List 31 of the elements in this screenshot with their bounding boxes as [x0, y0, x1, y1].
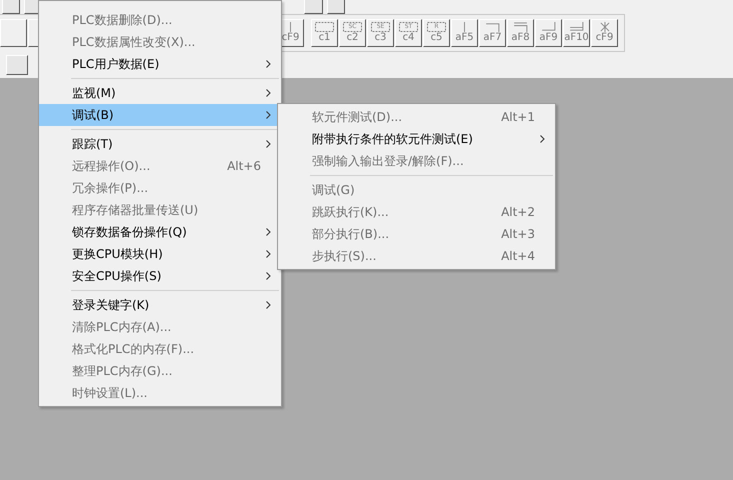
menu-item[interactable]: 更换CPU模块(H): [39, 243, 281, 265]
toolbar-button[interactable]: [2, 0, 20, 14]
dashed-box-icon: [315, 22, 334, 32]
function-key-button[interactable]: aF7: [479, 19, 506, 47]
function-key-button[interactable]: aF9: [535, 19, 562, 47]
dashed-box-icon: [427, 22, 446, 32]
ladder-symbol-icon: [485, 22, 500, 32]
menu-item[interactable]: PLC用户数据(E): [39, 53, 281, 75]
function-key-button[interactable]: cF9: [591, 19, 618, 47]
ladder-symbol-icon: [569, 22, 584, 32]
menu-item[interactable]: 登录关键字(K): [39, 294, 281, 316]
menu-item[interactable]: 跟踪(T): [39, 133, 281, 155]
dashed-box-icon: [371, 22, 390, 32]
toolbar-button[interactable]: [304, 0, 323, 14]
toolbar-button[interactable]: [326, 0, 345, 14]
menu-item[interactable]: 监视(M): [39, 82, 281, 104]
vertical-line-icon: [464, 22, 465, 32]
menu-item[interactable]: 附带执行条件的软元件测试(E): [278, 128, 555, 150]
function-key-button[interactable]: c1: [311, 19, 338, 47]
toolbar-button[interactable]: [0, 19, 27, 47]
menu-item[interactable]: 锁存数据备份操作(Q): [39, 221, 281, 243]
ladder-symbol-icon: [541, 22, 556, 32]
dashed-box-icon: [399, 22, 418, 32]
function-key-button[interactable]: aF8: [507, 19, 534, 47]
function-key-button[interactable]: aF5: [451, 19, 478, 47]
ladder-symbol-icon: [513, 22, 528, 32]
dashed-box-icon: [343, 22, 362, 32]
vertical-line-icon: [290, 22, 291, 32]
toolbar-button[interactable]: [6, 55, 28, 75]
menu-item[interactable]: 安全CPU操作(S): [39, 265, 281, 287]
function-key-button[interactable]: aF10: [563, 19, 590, 47]
